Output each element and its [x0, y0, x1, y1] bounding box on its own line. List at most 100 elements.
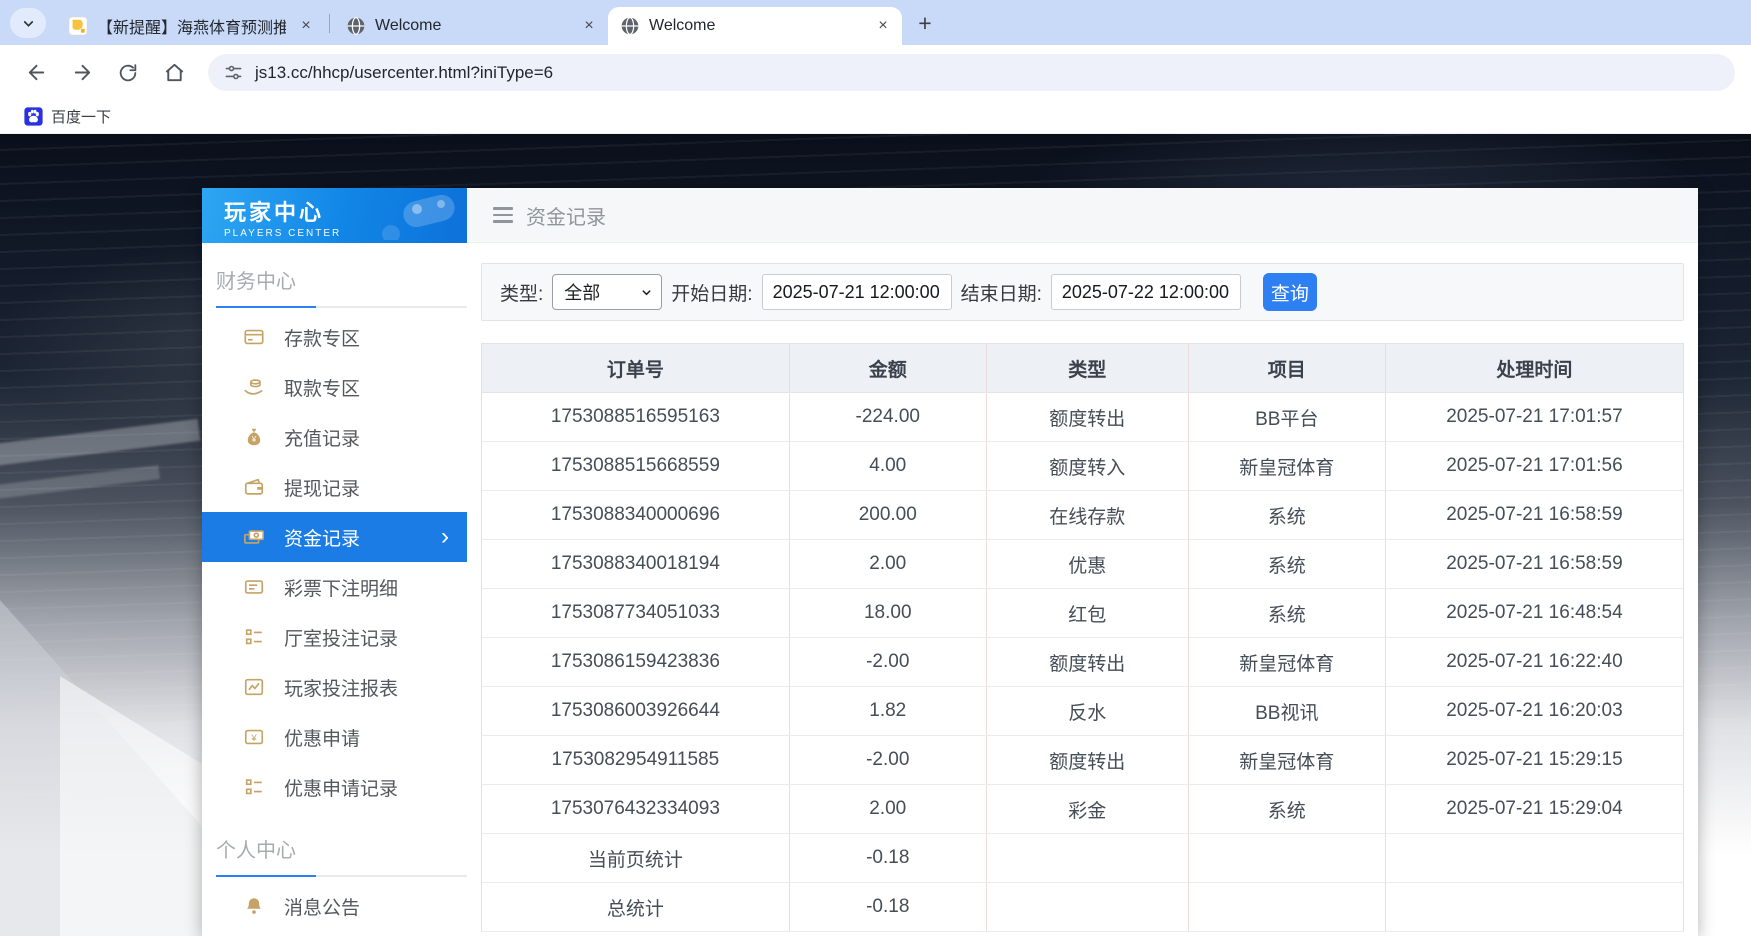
table-cell: 在线存款 [986, 491, 1188, 540]
table-row: 1753088340000696200.00在线存款系统2025-07-21 1… [482, 491, 1684, 540]
sidebar-item-player-bet-report[interactable]: 玩家投注报表 [202, 662, 467, 712]
browser-tab-2[interactable]: Welcome × [334, 7, 608, 45]
summary-row: 总统计-0.18 [482, 883, 1684, 932]
sidebar-item-recharge-records[interactable]: ¥充值记录 [202, 412, 467, 462]
sidebar-item-label: 存款专区 [284, 324, 360, 351]
sidebar-item-label: 玩家投注报表 [284, 674, 398, 701]
browser-toolbar: js13.cc/hhcp/usercenter.html?iniType=6 [0, 45, 1751, 100]
yellow-doc-favicon [68, 16, 88, 36]
sidebar-item-promo-application-records[interactable]: 优惠申请记录 [202, 762, 467, 812]
tab-close-icon[interactable]: × [578, 15, 600, 37]
table-cell: -2.00 [789, 736, 986, 785]
table-cell: 2025-07-21 16:22:40 [1385, 638, 1683, 687]
table-cell: 彩金 [986, 785, 1188, 834]
table-cell [1188, 883, 1385, 932]
sidebar-item-label: 优惠申请记录 [284, 774, 398, 801]
table-cell: 2025-07-21 17:01:57 [1385, 393, 1683, 442]
tab-close-icon[interactable]: × [872, 15, 894, 37]
sidebar-item-hall-bet-records[interactable]: 厅室投注记录 [202, 612, 467, 662]
gamepad-icon [369, 192, 459, 240]
table-cell: 系统 [1188, 589, 1385, 638]
tab-separator [329, 14, 330, 33]
sidebar-item-withdraw-zone[interactable]: 取款专区 [202, 362, 467, 412]
table-cell: 2025-07-21 15:29:04 [1385, 785, 1683, 834]
browser-tab-1[interactable]: 【新提醒】海燕体育预测推荐区 × [56, 7, 325, 45]
table-cell: 1753088340000696 [482, 491, 790, 540]
table-cell: 总统计 [482, 883, 790, 932]
bookmark-label: 百度一下 [51, 106, 111, 127]
list-detail-icon [243, 776, 265, 798]
tab-title: 【新提醒】海燕体育预测推荐区 [97, 14, 286, 38]
svg-text:¥: ¥ [251, 435, 257, 444]
start-date-input[interactable] [762, 274, 952, 310]
tab-close-icon[interactable]: × [295, 15, 317, 37]
table-cell: 4.00 [789, 442, 986, 491]
players-center-panel: 玩家中心 PLAYERS CENTER 财务中心存款专区取款专区¥充值记录提现记… [202, 188, 1698, 936]
wallet-icon [243, 476, 265, 498]
sidebar-item-label: 优惠申请 [284, 724, 360, 751]
money-bag-icon: ¥ [243, 426, 265, 448]
table-cell: 1.82 [789, 687, 986, 736]
table-row: 17530885156685594.00额度转入新皇冠体育2025-07-21 … [482, 442, 1684, 491]
table-cell: 2.00 [789, 785, 986, 834]
chevron-right-icon: › [441, 525, 449, 549]
bookmark-baidu[interactable]: 百度一下 [16, 103, 119, 130]
globe-favicon [620, 16, 640, 36]
sidebar-item-label: 资金记录 [284, 524, 360, 551]
table-cell: -2.00 [789, 638, 986, 687]
svg-text:¥: ¥ [250, 733, 257, 744]
table-cell: 系统 [1188, 540, 1385, 589]
end-date-input[interactable] [1051, 274, 1241, 310]
column-header: 金额 [789, 344, 986, 393]
sidebar-item-message-announcements[interactable]: 消息公告 [202, 881, 467, 931]
filter-bar: 类型: 全部 开始日期: 结束日期: 查询 [481, 263, 1684, 321]
table-row: 17530883400181942.00优惠系统2025-07-21 16:58… [482, 540, 1684, 589]
select-arrow-icon [641, 287, 652, 298]
table-cell: 1753082954911585 [482, 736, 790, 785]
back-button[interactable] [16, 53, 56, 93]
bank-card-icon [243, 326, 265, 348]
table-cell: BB平台 [1188, 393, 1385, 442]
sidebar-item-deposit-zone[interactable]: 存款专区 [202, 312, 467, 362]
banknotes-icon [243, 526, 265, 548]
site-settings-icon [224, 63, 243, 82]
sidebar-nav: 财务中心存款专区取款专区 ¥充值记录提现记录资金记录 › 彩票下注明细厅室投注记录玩家… [202, 243, 467, 931]
browser-tab-3-active[interactable]: Welcome × [608, 7, 902, 45]
baidu-paw-icon [24, 107, 43, 126]
table-cell: 1753088340018194 [482, 540, 790, 589]
chevron-down-icon [22, 17, 35, 30]
sidebar-item-withdrawal-records[interactable]: 提现记录 [202, 462, 467, 512]
sidebar-item-label: 取款专区 [284, 374, 360, 401]
start-date-label: 开始日期: [671, 279, 752, 306]
section-label: 财务中心 [216, 265, 467, 294]
menu-toggle-icon[interactable] [493, 207, 513, 223]
tab-search-button[interactable] [10, 8, 46, 38]
home-button[interactable] [154, 53, 194, 93]
reload-button[interactable] [108, 53, 148, 93]
table-cell: 1753088516595163 [482, 393, 790, 442]
type-select[interactable]: 全部 [552, 274, 662, 310]
end-date-label: 结束日期: [961, 279, 1042, 306]
sidebar-item-lottery-bet-details[interactable]: 彩票下注明细 [202, 562, 467, 612]
table-cell: 额度转入 [986, 442, 1188, 491]
table-cell: 优惠 [986, 540, 1188, 589]
table-cell: 新皇冠体育 [1188, 638, 1385, 687]
funds-table: 订单号金额类型项目处理时间 1753088516595163-224.00额度转… [481, 343, 1684, 932]
table-cell: 新皇冠体育 [1188, 736, 1385, 785]
table-row: 17530764323340932.00彩金系统2025-07-21 15:29… [482, 785, 1684, 834]
sidebar-item-funds-records[interactable]: 资金记录 › [202, 512, 467, 562]
new-tab-button[interactable]: + [910, 8, 940, 38]
table-cell [986, 883, 1188, 932]
column-header: 项目 [1188, 344, 1385, 393]
address-bar[interactable]: js13.cc/hhcp/usercenter.html?iniType=6 [208, 54, 1735, 91]
query-button[interactable]: 查询 [1263, 273, 1317, 311]
sidebar-item-label: 消息公告 [284, 893, 360, 920]
table-cell: 2025-07-21 15:29:15 [1385, 736, 1683, 785]
section-divider [216, 875, 467, 877]
table-cell: 系统 [1188, 785, 1385, 834]
section-divider [216, 306, 467, 308]
forward-button[interactable] [62, 53, 102, 93]
main-panel: 资金记录 类型: 全部 开始日期: 结束日期: 查询 [467, 188, 1698, 936]
table-cell: 1753087734051033 [482, 589, 790, 638]
sidebar-item-promo-application[interactable]: ¥ 优惠申请 [202, 712, 467, 762]
